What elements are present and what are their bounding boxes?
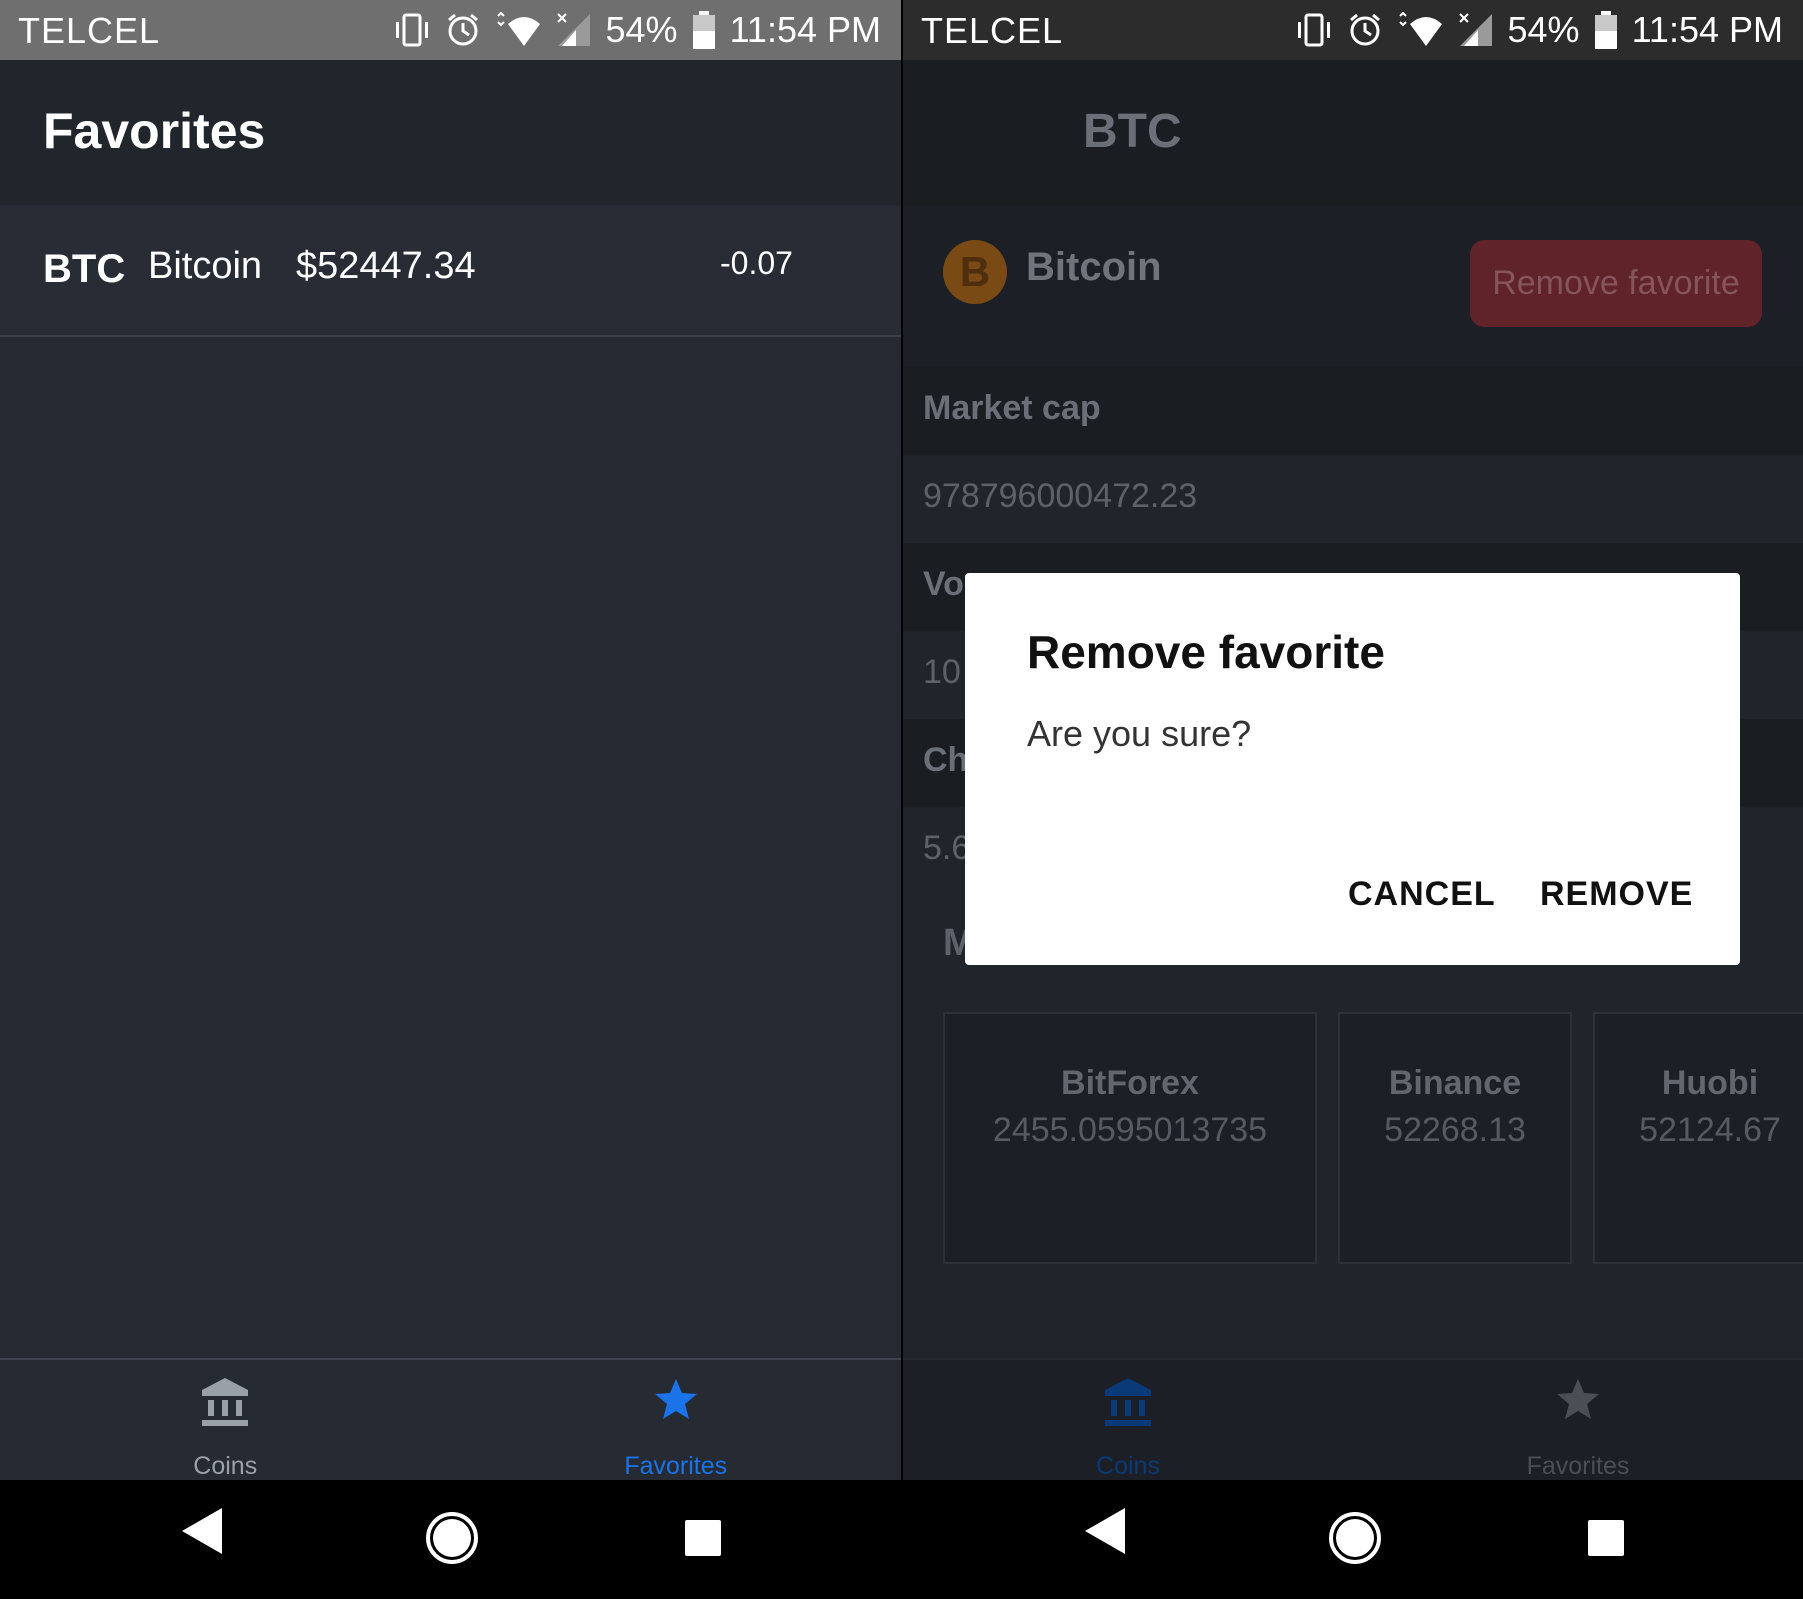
- bank-icon: [1103, 1376, 1153, 1435]
- status-icons: 54% 11:54 PM: [1294, 6, 1783, 54]
- coin-symbol: BTC: [43, 247, 126, 291]
- remove-favorite-button[interactable]: Remove favorite: [1470, 240, 1762, 327]
- page-title: Favorites: [43, 103, 266, 159]
- bitcoin-logo-icon: B: [943, 240, 1007, 304]
- tab-favorites[interactable]: Favorites: [1353, 1360, 1803, 1482]
- dialog-title: Remove favorite: [1027, 626, 1385, 678]
- coin-name: Bitcoin: [148, 245, 263, 287]
- star-icon: [652, 1376, 700, 1429]
- remove-favorite-dialog: Remove favorite Are you sure? CANCEL REM…: [965, 573, 1740, 965]
- battery-percent: 54%: [605, 9, 678, 50]
- home-icon[interactable]: [1327, 1510, 1383, 1571]
- system-nav-bar: [903, 1480, 1803, 1599]
- signal-icon: [1458, 12, 1494, 48]
- change-label: Ch: [923, 741, 969, 779]
- volume-label: Vo: [923, 565, 964, 603]
- coin-change: -0.07: [720, 245, 793, 281]
- alarm-icon: [1348, 12, 1382, 48]
- coin-price: $52447.34: [296, 245, 476, 287]
- tab-coins[interactable]: Coins: [0, 1360, 451, 1482]
- bottom-tab-bar: Coins Favorites: [903, 1358, 1803, 1482]
- signal-icon: [556, 12, 592, 48]
- market-cap-value: 978796000472.23: [923, 477, 1198, 515]
- volume-value: 10: [923, 653, 961, 691]
- back-icon[interactable]: [180, 1506, 224, 1561]
- system-nav-bar: [0, 1480, 901, 1599]
- market-card[interactable]: BitForex 2455.0595013735: [943, 1012, 1317, 1264]
- cancel-button[interactable]: CANCEL: [1348, 875, 1496, 914]
- market-name: Huobi: [1661, 1064, 1759, 1102]
- favorite-coin-row[interactable]: BTC Bitcoin $52447.34 -0.07: [0, 207, 901, 337]
- vibrate-icon: [392, 12, 432, 48]
- recents-icon[interactable]: [1586, 1518, 1626, 1563]
- change-value: 5.6: [923, 829, 971, 867]
- stat-label-row: Market cap: [903, 367, 1803, 455]
- status-bar: TELCEL 54% 11:54 PM: [903, 0, 1803, 60]
- bottom-tab-bar: Coins Favorites: [0, 1358, 901, 1482]
- coin-detail-screen: TELCEL 54% 11:54 PM BTC B Bitcoin Remove…: [903, 0, 1803, 1599]
- star-icon: [1554, 1376, 1602, 1429]
- carrier-label: TELCEL: [18, 10, 161, 51]
- clock: 11:54 PM: [1631, 9, 1783, 50]
- tab-label: Favorites: [1526, 1452, 1630, 1480]
- status-bar: TELCEL 54% 11:54 PM: [0, 0, 901, 60]
- tab-coins[interactable]: Coins: [903, 1360, 1353, 1482]
- dialog-message: Are you sure?: [1027, 713, 1252, 754]
- market-card[interactable]: Huobi 52124.67: [1593, 1012, 1803, 1264]
- alarm-icon: [446, 12, 480, 48]
- remove-button[interactable]: REMOVE: [1540, 875, 1693, 914]
- vibrate-icon: [1294, 12, 1334, 48]
- detail-header: BTC: [903, 60, 1803, 205]
- market-cap-label: Market cap: [923, 389, 1101, 427]
- carrier-label: TELCEL: [921, 10, 1064, 51]
- app-header: Favorites: [0, 60, 901, 205]
- stat-value-row: 978796000472.23: [903, 455, 1803, 543]
- market-name: BitForex: [1061, 1064, 1199, 1102]
- tab-label: Coins: [193, 1452, 258, 1480]
- bank-icon: [200, 1376, 250, 1435]
- battery-percent: 54%: [1507, 9, 1580, 50]
- market-price: 52124.67: [1639, 1111, 1781, 1149]
- coin-summary: B Bitcoin Remove favorite: [903, 205, 1803, 367]
- favorites-screen: TELCEL 54% 11:54 PM Favorites BTC Bitcoi…: [0, 0, 901, 1599]
- page-title: BTC: [1083, 105, 1182, 158]
- coin-name: Bitcoin: [1026, 245, 1162, 289]
- tab-label: Coins: [1096, 1452, 1160, 1480]
- tab-label: Favorites: [624, 1452, 728, 1480]
- battery-icon: [1594, 11, 1618, 49]
- market-price: 2455.0595013735: [992, 1111, 1268, 1149]
- recents-icon[interactable]: [683, 1518, 723, 1563]
- status-icons: 54% 11:54 PM: [392, 6, 881, 54]
- battery-icon: [692, 11, 716, 49]
- market-name: Binance: [1388, 1064, 1522, 1102]
- wifi-icon: [494, 12, 542, 48]
- back-icon[interactable]: [1083, 1506, 1127, 1561]
- clock: 11:54 PM: [729, 9, 881, 50]
- market-card[interactable]: Binance 52268.13: [1338, 1012, 1572, 1264]
- tab-favorites[interactable]: Favorites: [451, 1360, 902, 1482]
- home-icon[interactable]: [424, 1510, 480, 1571]
- wifi-icon: [1396, 12, 1444, 48]
- market-price: 52268.13: [1384, 1111, 1526, 1149]
